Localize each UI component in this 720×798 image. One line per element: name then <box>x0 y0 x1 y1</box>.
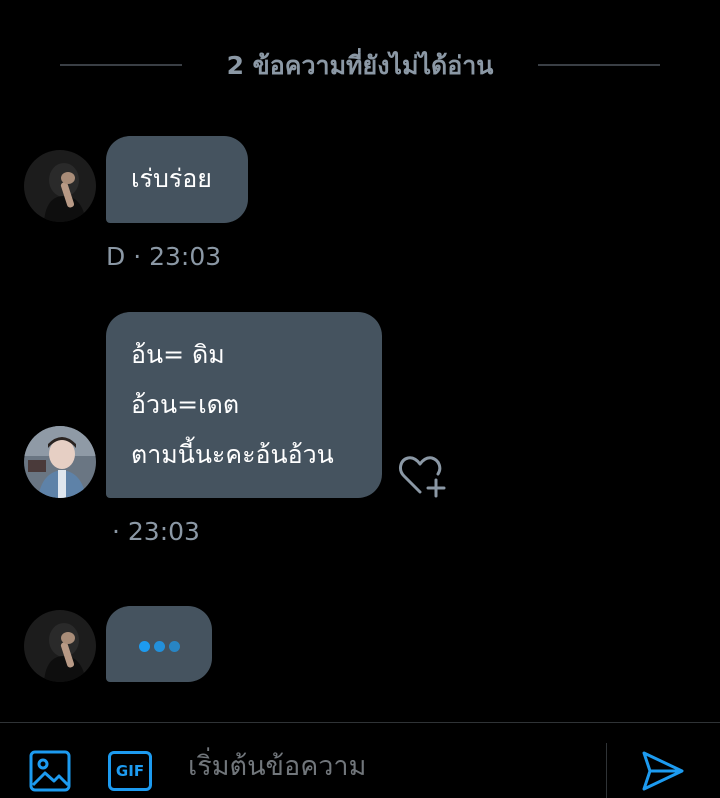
message-text-line: อ้น= ดิม <box>131 340 225 369</box>
message-text-line: อ้วน=เดต <box>131 390 240 419</box>
send-icon[interactable] <box>640 749 686 793</box>
typing-dot <box>138 641 150 652</box>
message-composer: GIF เริ่มต้นข้อความ <box>0 722 720 798</box>
avatar-image <box>24 610 96 682</box>
message-meta: D · 23:03 <box>106 242 222 271</box>
avatar[interactable] <box>24 150 96 222</box>
composer-separator <box>606 743 607 798</box>
gif-icon[interactable]: GIF <box>108 751 152 791</box>
message-input[interactable]: เริ่มต้นข้อความ <box>188 747 588 787</box>
typing-dot <box>153 641 165 652</box>
message-text-line: ตามนี้นะคะอ้นอ้วน <box>131 440 334 469</box>
avatar-image <box>24 426 96 498</box>
message-text: เร่บร่อย <box>131 164 212 193</box>
unread-divider-label: 2 ข้อความที่ยังไม่ได้อ่าน <box>226 51 494 80</box>
typing-dot <box>168 641 180 652</box>
message-bubble[interactable]: อ้น= ดิม อ้วน=เดต ตามนี้นะคะอ้นอ้วน <box>106 312 382 498</box>
avatar[interactable] <box>24 426 96 498</box>
message-bubble[interactable]: เร่บร่อย <box>106 136 248 223</box>
typing-indicator <box>106 606 212 682</box>
message-meta: · 23:03 <box>112 517 200 546</box>
unread-divider: 2 ข้อความที่ยังไม่ได้อ่าน <box>0 50 720 90</box>
divider-line-left <box>60 64 182 66</box>
avatar[interactable] <box>24 610 96 682</box>
avatar-image <box>24 150 96 222</box>
heart-plus-icon[interactable] <box>398 452 448 498</box>
divider-line-right <box>538 64 660 66</box>
image-icon[interactable] <box>28 749 72 793</box>
